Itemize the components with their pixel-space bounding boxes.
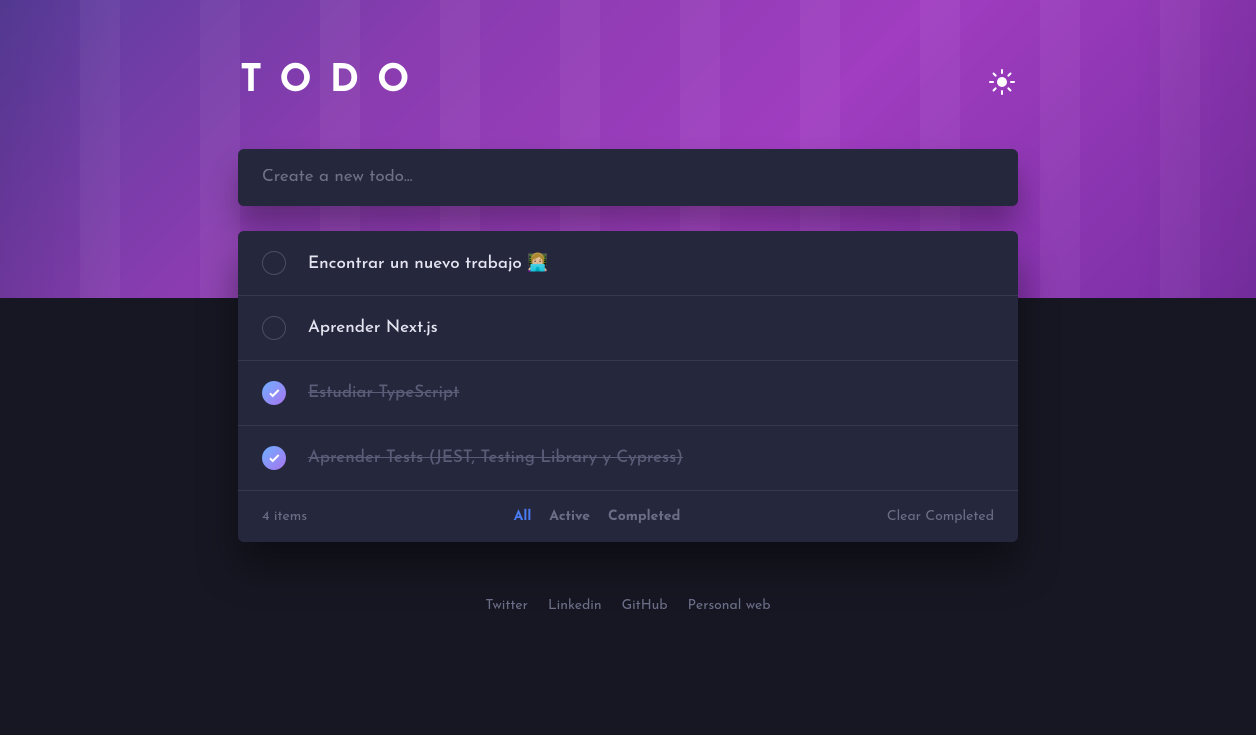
- filter-all-button[interactable]: All: [514, 509, 532, 524]
- todo-text: Encontrar un nuevo trabajo 👩🏼‍💻: [308, 253, 548, 273]
- personal-web-link[interactable]: Personal web: [688, 598, 771, 613]
- twitter-link[interactable]: Twitter: [485, 598, 528, 613]
- app-logo: TODO: [240, 62, 427, 101]
- github-link[interactable]: GitHub: [622, 598, 668, 613]
- todo-checkbox-checked[interactable]: [262, 381, 286, 405]
- todo-text-completed: Estudiar TypeScript: [308, 385, 459, 402]
- clear-completed-button[interactable]: Clear Completed: [887, 509, 994, 524]
- filter-completed-button[interactable]: Completed: [608, 509, 680, 524]
- filter-active-button[interactable]: Active: [549, 509, 590, 524]
- social-links: Twitter Linkedin GitHub Personal web: [238, 598, 1018, 613]
- footer-bar: 4 items All Active Completed Clear Compl…: [238, 491, 1018, 542]
- linkedin-link[interactable]: Linkedin: [548, 598, 602, 613]
- todo-text: Aprender Next.js: [308, 320, 438, 337]
- filter-group: All Active Completed: [514, 509, 681, 524]
- todo-item[interactable]: Estudiar TypeScript: [238, 361, 1018, 426]
- input-wrapper: [238, 149, 1018, 206]
- items-count: 4 items: [262, 509, 307, 524]
- header: TODO: [238, 62, 1018, 101]
- todo-list: Encontrar un nuevo trabajo 👩🏼‍💻 Aprender…: [238, 231, 1018, 542]
- todo-checkbox-checked[interactable]: [262, 446, 286, 470]
- sun-icon: [989, 69, 1015, 95]
- todo-checkbox[interactable]: [262, 251, 286, 275]
- new-todo-input[interactable]: [262, 169, 994, 186]
- main-container: TODO Encontrar un nuevo trabajo 👩🏼‍💻 Apr…: [238, 0, 1018, 613]
- todo-item[interactable]: Aprender Next.js: [238, 296, 1018, 361]
- theme-toggle-button[interactable]: [988, 68, 1016, 96]
- todo-item[interactable]: Aprender Tests (JEST, Testing Library y …: [238, 426, 1018, 491]
- check-icon: [269, 389, 280, 398]
- todo-text-completed: Aprender Tests (JEST, Testing Library y …: [308, 450, 683, 467]
- check-icon: [269, 454, 280, 463]
- todo-item[interactable]: Encontrar un nuevo trabajo 👩🏼‍💻: [238, 231, 1018, 296]
- todo-checkbox[interactable]: [262, 316, 286, 340]
